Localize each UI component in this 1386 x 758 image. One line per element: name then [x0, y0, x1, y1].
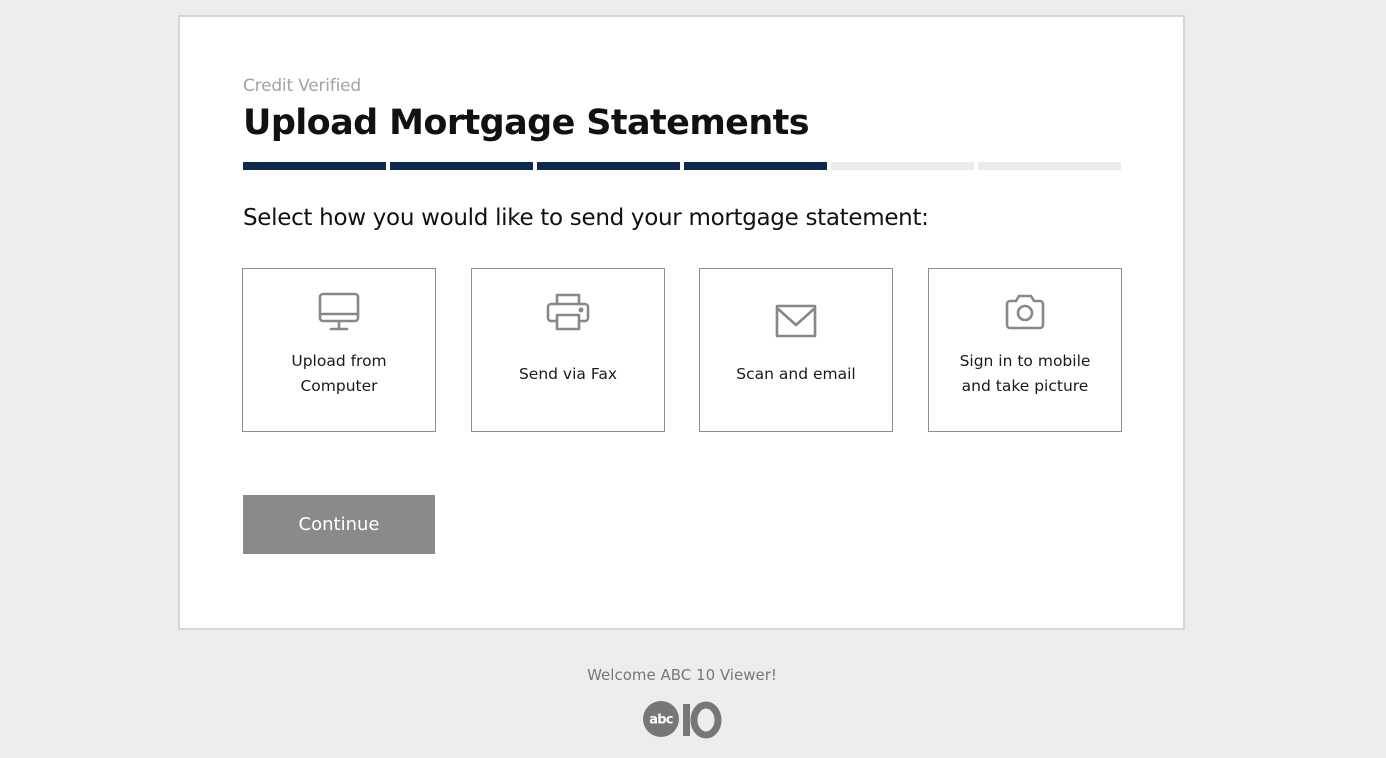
option-scan-and-email[interactable]: Scan and email — [699, 268, 893, 432]
option-send-via-fax[interactable]: Send via Fax — [471, 268, 665, 432]
desktop-computer-icon — [243, 289, 435, 335]
send-method-options: Upload from Computer Send via Fax Scan a… — [242, 268, 1123, 433]
printer-fax-icon — [472, 289, 664, 335]
option-label: Send via Fax — [518, 365, 618, 383]
welcome-message: Welcome ABC 10 Viewer! — [587, 666, 777, 684]
progress-segment — [978, 162, 1121, 170]
option-label: Scan and email — [736, 365, 856, 383]
option-mobile-picture[interactable]: Sign in to mobile and take picture — [928, 268, 1122, 432]
progress-segment — [390, 162, 533, 170]
option-label: Upload from Computer — [251, 349, 427, 399]
envelope-icon — [700, 289, 892, 338]
camera-icon — [929, 289, 1121, 335]
option-label-line: Sign in to mobile — [959, 352, 1091, 370]
progress-segment — [684, 162, 827, 170]
progress-segment — [831, 162, 974, 170]
option-label-line: and take picture — [961, 377, 1089, 395]
option-label-line: Computer — [300, 377, 378, 395]
progress-segment — [537, 162, 680, 170]
progress-segment — [243, 162, 386, 170]
method-prompt: Select how you would like to send your m… — [243, 205, 929, 231]
page-title: Upload Mortgage Statements — [243, 103, 810, 143]
abc10-logo: abc — [642, 698, 724, 740]
logo-abc-text: abc — [649, 713, 672, 728]
continue-button[interactable]: Continue — [243, 495, 435, 554]
progress-bar — [243, 162, 1121, 170]
step-status-label: Credit Verified — [243, 76, 361, 96]
main-card: Credit Verified Upload Mortgage Statemen… — [178, 15, 1185, 630]
option-upload-from-computer[interactable]: Upload from Computer — [242, 268, 436, 432]
option-label-line: Upload from — [291, 352, 387, 370]
option-label: Sign in to mobile and take picture — [937, 349, 1113, 399]
